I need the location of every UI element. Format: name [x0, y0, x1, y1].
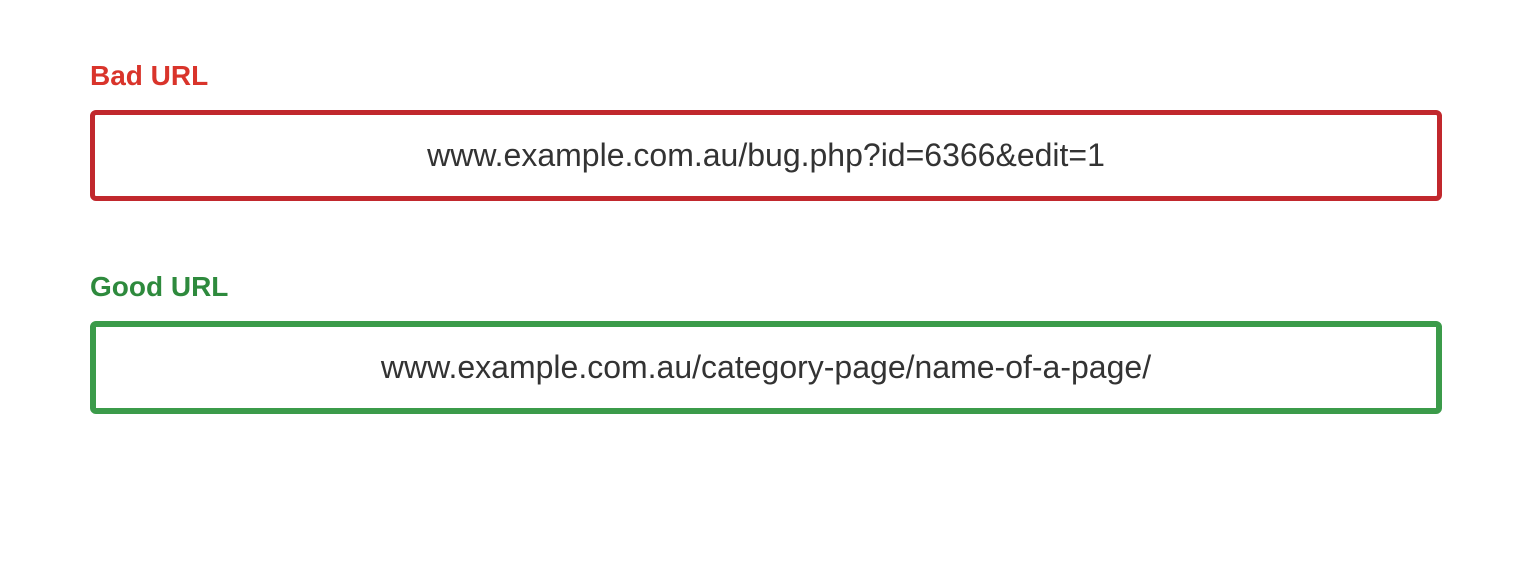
- bad-url-text: www.example.com.au/bug.php?id=6366&edit=…: [427, 137, 1105, 173]
- good-url-text: www.example.com.au/category-page/name-of…: [381, 349, 1151, 385]
- good-url-section: Good URL www.example.com.au/category-pag…: [90, 271, 1442, 414]
- good-url-box: www.example.com.au/category-page/name-of…: [90, 321, 1442, 414]
- bad-url-section: Bad URL www.example.com.au/bug.php?id=63…: [90, 60, 1442, 201]
- good-url-label: Good URL: [90, 271, 1442, 303]
- bad-url-label: Bad URL: [90, 60, 1442, 92]
- bad-url-box: www.example.com.au/bug.php?id=6366&edit=…: [90, 110, 1442, 201]
